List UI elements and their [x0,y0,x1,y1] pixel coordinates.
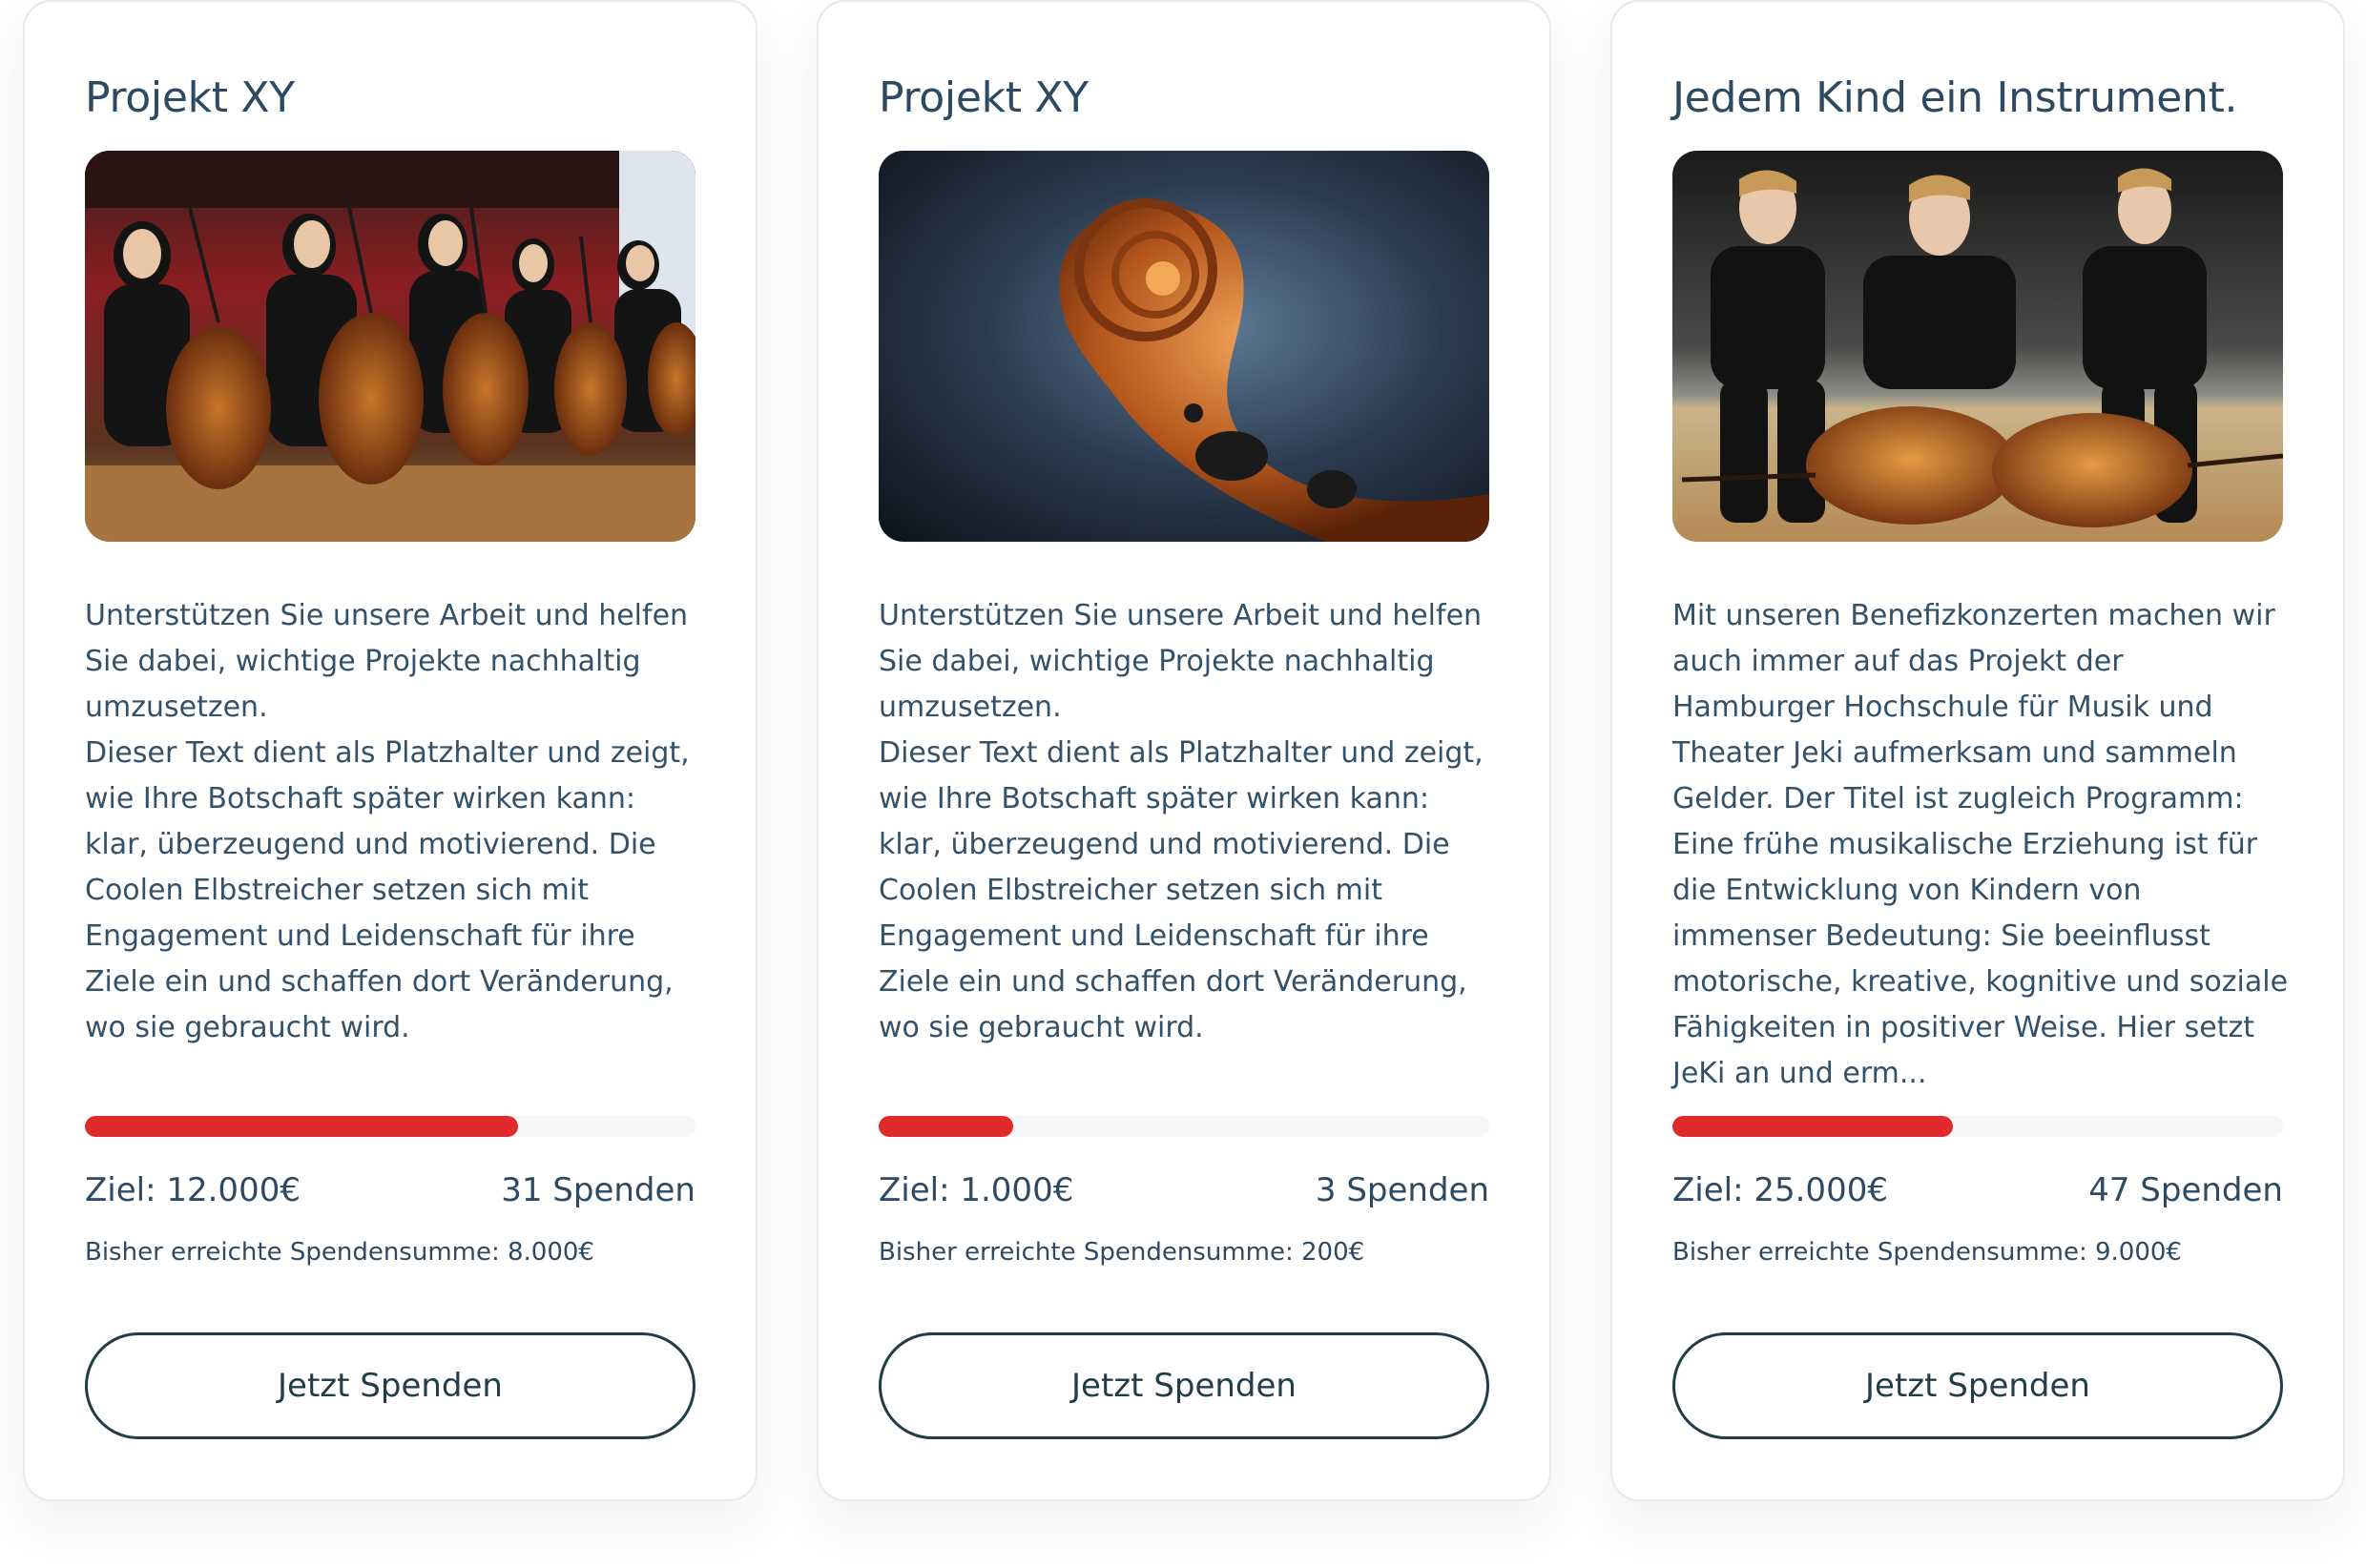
donation-count: 31 Spenden [501,1171,695,1209]
donation-progress-bar [1672,1116,2283,1137]
goal-row: Ziel: 25.000€ 47 Spenden [1672,1171,2283,1217]
card-title: Projekt XY [879,73,1089,122]
donation-count: 3 Spenden [1315,1171,1489,1209]
card-title: Jedem Kind ein Instrument. [1672,73,2238,122]
children-with-instruments-photo [1672,151,2283,542]
donation-progress-fill [1672,1116,1954,1137]
card-description: Mit unseren Benefizkonzerten machen wir … [1672,599,2289,1090]
donation-progress-fill [879,1116,1013,1137]
card-description: Unterstützen Sie unsere Arbeit und helfe… [85,599,690,1044]
goal-row: Ziel: 12.000€ 31 Spenden [85,1171,695,1217]
donation-card: Jedem Kind ein Instrument. Mit unseren B… [1610,0,2345,1501]
card-description: Unterstützen Sie unsere Arbeit und helfe… [879,599,1484,1044]
donation-count: 47 Spenden [2088,1171,2283,1209]
raised-amount: Bisher erreichte Spendensumme: 200€ [879,1238,1365,1267]
donation-card: Projekt XY Unterstützen Sie unsere Arbei… [817,0,1551,1501]
violin-scroll-photo [879,151,1489,542]
donate-button[interactable]: Jetzt Spenden [1672,1332,2283,1439]
donation-progress-bar [85,1116,695,1137]
goal-amount: Ziel: 12.000€ [85,1171,301,1209]
goal-row: Ziel: 1.000€ 3 Spenden [879,1171,1489,1217]
cello-orchestra-photo [85,151,695,542]
donate-button[interactable]: Jetzt Spenden [85,1332,695,1439]
raised-amount: Bisher erreichte Spendensumme: 9.000€ [1672,1238,2182,1267]
donate-button[interactable]: Jetzt Spenden [879,1332,1489,1439]
donation-card: Projekt XY Unterstützen Sie unsere Arbei… [23,0,758,1501]
donation-progress-fill [85,1116,519,1137]
donation-cards: Projekt XY Unterstützen Sie unsere Arbei… [0,0,2366,1568]
raised-amount: Bisher erreichte Spendensumme: 8.000€ [85,1238,594,1267]
donation-progress-bar [879,1116,1489,1137]
goal-amount: Ziel: 25.000€ [1672,1171,1888,1209]
card-title: Projekt XY [85,73,295,122]
goal-amount: Ziel: 1.000€ [879,1171,1074,1209]
